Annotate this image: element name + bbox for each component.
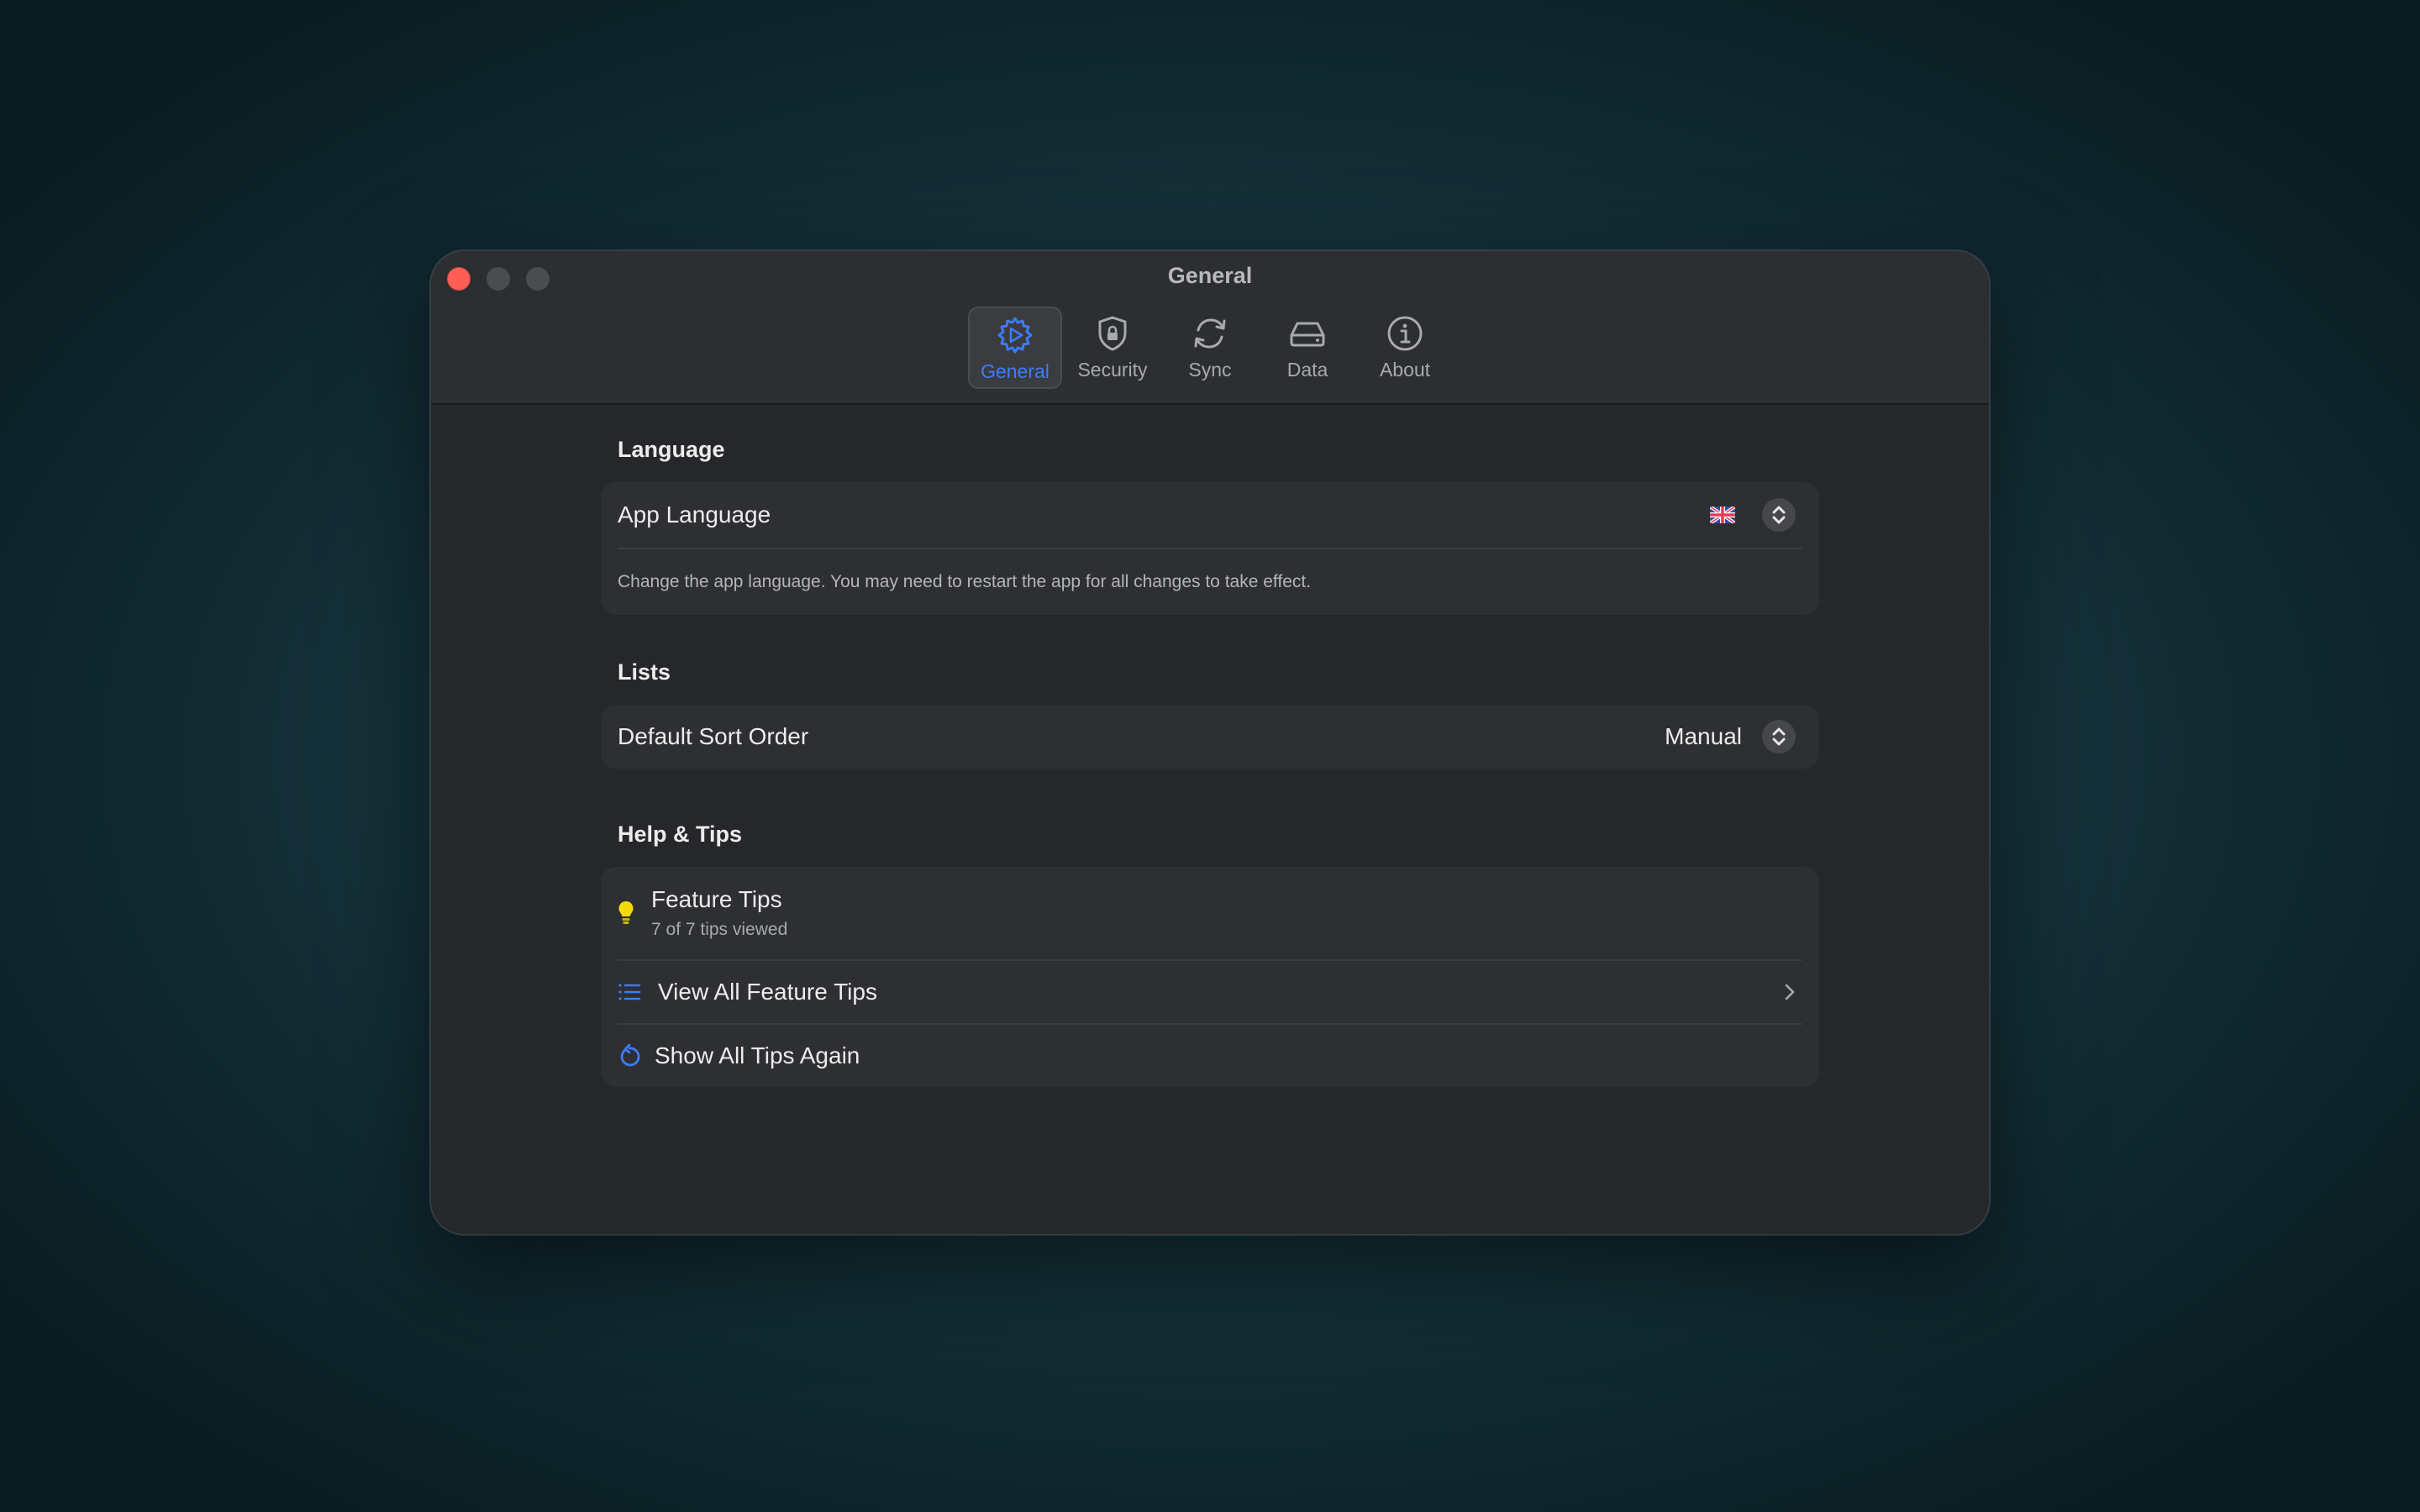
section-help-heading: Help & Tips xyxy=(618,822,743,847)
lightbulb-icon xyxy=(618,901,634,924)
lists-card: Default Sort Order Manual xyxy=(601,705,1819,769)
feature-tips-row: Feature Tips 7 of 7 tips viewed xyxy=(601,867,1819,959)
tab-general[interactable]: General xyxy=(968,307,1062,389)
language-card: App Language Change the app language. Yo… xyxy=(601,482,1819,615)
language-description: Change the app language. You may need to… xyxy=(618,572,1312,591)
tab-sync-label: Sync xyxy=(1188,359,1232,381)
tab-about[interactable]: About xyxy=(1358,307,1452,389)
sync-icon xyxy=(1194,318,1226,349)
info-icon xyxy=(1387,316,1423,351)
sort-order-value[interactable]: Manual xyxy=(1665,723,1742,750)
settings-window: General General Security Sync Data About… xyxy=(431,251,1989,1234)
feature-tips-title: Feature Tips xyxy=(651,886,782,912)
settings-content: Language App Language Change the app lan… xyxy=(601,434,1819,1087)
tab-general-label: General xyxy=(981,360,1050,382)
chevron-right-icon xyxy=(1785,984,1795,1000)
reset-arrow-icon xyxy=(620,1043,640,1067)
language-picker-stepper[interactable] xyxy=(1762,498,1796,532)
tab-security-label: Security xyxy=(1077,359,1148,381)
uk-flag-icon xyxy=(1710,507,1735,523)
default-sort-order-label: Default Sort Order xyxy=(618,723,809,749)
view-all-feature-tips-row[interactable]: View All Feature Tips xyxy=(601,961,1819,1023)
settings-toolbar: General Security Sync Data About xyxy=(431,307,1989,389)
title-bar: General General Security Sync Data About xyxy=(431,251,1989,405)
tab-data-label: Data xyxy=(1286,359,1328,381)
show-all-tips-again-row[interactable]: Show All Tips Again xyxy=(601,1025,1819,1087)
drive-icon xyxy=(1290,322,1325,347)
section-lists-heading: Lists xyxy=(618,659,671,685)
sort-order-stepper[interactable] xyxy=(1762,720,1796,753)
chevron-up-down-icon xyxy=(1772,727,1786,746)
tab-sync[interactable]: Sync xyxy=(1163,307,1257,389)
window-title: General xyxy=(1167,263,1253,288)
chevron-up-down-icon xyxy=(1772,506,1786,524)
feature-tips-progress: 7 of 7 tips viewed xyxy=(651,920,788,939)
list-icon xyxy=(618,984,641,1000)
app-language-row: App Language xyxy=(601,482,1819,548)
tab-security[interactable]: Security xyxy=(1065,307,1160,389)
gear-icon xyxy=(997,317,1033,354)
section-language-heading: Language xyxy=(618,437,725,462)
tab-data[interactable]: Data xyxy=(1260,307,1355,389)
default-sort-order-row: Default Sort Order Manual xyxy=(601,705,1819,769)
app-language-label: App Language xyxy=(618,501,771,528)
view-all-feature-tips-label: View All Feature Tips xyxy=(658,979,877,1005)
lock-shield-icon xyxy=(1098,316,1127,351)
feature-tips-text: Feature Tips 7 of 7 tips viewed xyxy=(651,886,787,940)
show-all-tips-again-label: Show All Tips Again xyxy=(655,1042,860,1068)
help-card: Feature Tips 7 of 7 tips viewed View All… xyxy=(601,867,1819,1087)
tab-about-label: About xyxy=(1379,359,1431,381)
